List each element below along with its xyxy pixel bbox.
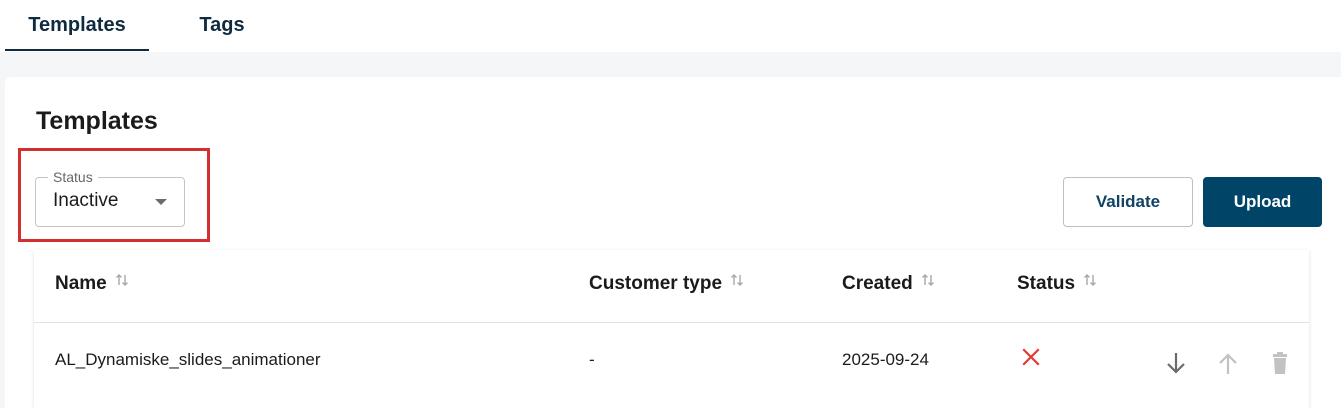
column-header-customer-type[interactable]: Customer type <box>589 273 744 295</box>
x-icon <box>1017 343 1047 373</box>
column-header-label: Name <box>55 273 107 295</box>
validate-button[interactable]: Validate <box>1063 177 1193 227</box>
cell-customer-type: - <box>589 350 595 369</box>
column-header-created[interactable]: Created <box>842 273 935 295</box>
sort-icon <box>730 272 744 294</box>
sort-icon <box>115 272 129 294</box>
status-select-value: Inactive <box>53 190 119 211</box>
column-header-name[interactable]: Name <box>55 273 129 295</box>
sort-icon <box>1083 272 1097 294</box>
status-select[interactable]: Status Inactive <box>35 168 185 227</box>
column-header-label: Customer type <box>589 273 723 295</box>
column-header-label: Created <box>842 273 913 295</box>
tab-bar: Templates Tags <box>0 0 1341 52</box>
cell-name: AL_Dynamiske_slides_animationer <box>55 350 321 369</box>
page-title: Templates <box>36 107 158 135</box>
column-header-label: Status <box>1017 273 1076 295</box>
templates-table: Name Customer type Created Status AL_Dyn… <box>34 250 1309 408</box>
tab-tags[interactable]: Tags <box>180 0 264 51</box>
tab-templates[interactable]: Templates <box>5 0 149 51</box>
cell-created: 2025-09-24 <box>842 350 929 369</box>
status-select-label: Status <box>48 168 98 186</box>
download-arrow-icon[interactable] <box>1161 349 1191 379</box>
dropdown-arrow-icon <box>155 199 167 205</box>
sort-icon <box>921 272 935 294</box>
upload-arrow-icon[interactable] <box>1213 349 1243 379</box>
column-header-status[interactable]: Status <box>1017 273 1097 295</box>
templates-card: Templates Status Inactive Validate Uploa… <box>5 77 1341 408</box>
upload-button[interactable]: Upload <box>1203 177 1322 227</box>
table-header: Name Customer type Created Status <box>34 250 1309 323</box>
trash-icon[interactable] <box>1265 348 1295 378</box>
